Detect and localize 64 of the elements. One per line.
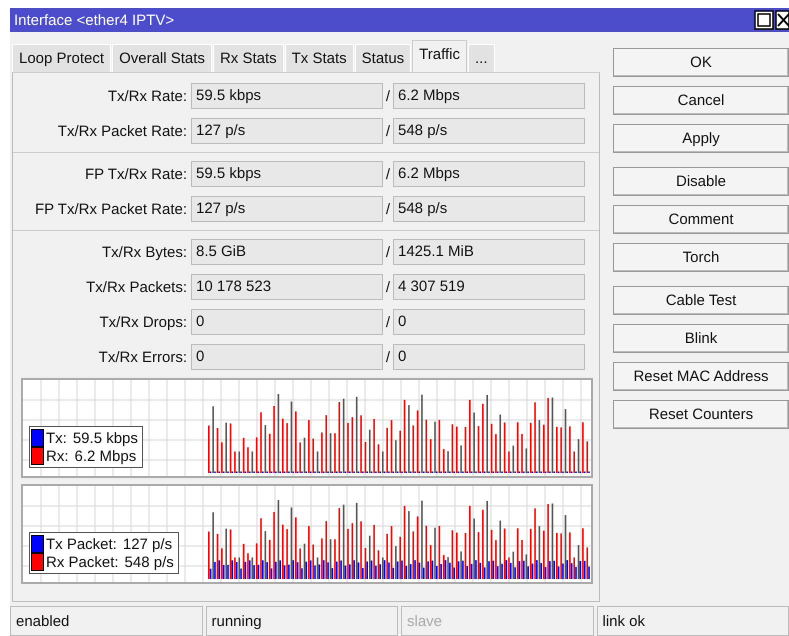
tab[interactable]: Rx Stats bbox=[212, 44, 284, 72]
action-button[interactable]: Reset Counters bbox=[613, 400, 789, 429]
status-cell: slave bbox=[401, 606, 594, 636]
tab[interactable]: Overall Stats bbox=[112, 44, 212, 72]
legend-value: 127 p/s bbox=[122, 536, 172, 552]
close-icon[interactable] bbox=[775, 10, 789, 30]
value-field: 548 p/s bbox=[393, 196, 585, 222]
tab[interactable]: Loop Protect bbox=[12, 44, 112, 72]
maximize-icon[interactable] bbox=[754, 10, 774, 30]
value-field: 1425.1 MiB bbox=[393, 239, 585, 265]
legend-value: 59.5 kbps bbox=[72, 430, 138, 446]
value-field: 127 p/s bbox=[191, 118, 383, 144]
legend-label: Rx: bbox=[46, 448, 68, 464]
value-field: 0 bbox=[191, 344, 383, 370]
value-field: 8.5 GiB bbox=[191, 239, 383, 265]
separator-slash: / bbox=[384, 166, 392, 182]
legend-value: 6.2 Mbps bbox=[74, 448, 136, 464]
action-button[interactable]: OK bbox=[613, 48, 789, 77]
action-button[interactable]: Torch bbox=[613, 243, 789, 272]
separator-slash: / bbox=[384, 314, 392, 330]
action-button[interactable]: Cable Test bbox=[613, 286, 789, 315]
action-button[interactable]: Apply bbox=[613, 124, 789, 153]
value-field: 6.2 Mbps bbox=[393, 161, 585, 187]
action-button[interactable]: Disable bbox=[613, 167, 789, 196]
field-label: Tx/Rx Packet Rate: bbox=[56, 122, 188, 140]
action-button[interactable]: Comment bbox=[613, 205, 789, 234]
value-field: 0 bbox=[393, 309, 585, 335]
tab[interactable]: ... bbox=[468, 44, 495, 72]
field-label: Tx/Rx Drops: bbox=[98, 314, 188, 330]
field-label: FP Tx/Rx Rate: bbox=[84, 166, 188, 182]
field-label: Tx/Rx Errors: bbox=[98, 348, 188, 366]
separator-slash: / bbox=[384, 278, 392, 296]
separator-slash: / bbox=[384, 200, 392, 218]
status-cell: running bbox=[206, 606, 398, 636]
tab[interactable]: Traffic bbox=[412, 40, 468, 72]
action-button[interactable]: Reset MAC Address bbox=[613, 362, 789, 391]
status-cell: enabled bbox=[10, 606, 202, 636]
field-label: FP Tx/Rx Packet Rate: bbox=[34, 200, 188, 218]
tab[interactable]: Tx Stats bbox=[284, 44, 354, 72]
legend-label: Tx Packet: bbox=[46, 536, 117, 552]
value-field: 59.5 kbps bbox=[191, 83, 383, 109]
legend-label: Tx: bbox=[46, 430, 67, 446]
value-field: 10 178 523 bbox=[191, 274, 383, 300]
separator-slash: / bbox=[384, 244, 392, 260]
value-field: 6.2 Mbps bbox=[393, 83, 585, 109]
value-field: 0 bbox=[393, 344, 585, 370]
value-field: 127 p/s bbox=[191, 196, 383, 222]
field-label: Tx/Rx Bytes: bbox=[100, 244, 188, 260]
legend-value: 548 p/s bbox=[124, 554, 174, 570]
value-field: 0 bbox=[191, 309, 383, 335]
value-field: 548 p/s bbox=[393, 118, 585, 144]
legend-label: Rx Packet: bbox=[46, 554, 119, 570]
window-title: Interface <ether4 IPTV> bbox=[14, 12, 174, 28]
action-button[interactable]: Cancel bbox=[613, 86, 789, 115]
tab[interactable]: Status bbox=[354, 44, 412, 72]
separator-slash: / bbox=[384, 88, 392, 104]
value-field: 4 307 519 bbox=[393, 274, 585, 300]
separator-slash: / bbox=[384, 348, 392, 366]
status-cell: link ok bbox=[596, 606, 789, 636]
value-field: 59.5 kbps bbox=[191, 161, 383, 187]
separator-slash: / bbox=[384, 122, 392, 140]
field-label: Tx/Rx Rate: bbox=[106, 88, 188, 104]
field-label: Tx/Rx Packets: bbox=[85, 278, 188, 296]
action-button[interactable]: Blink bbox=[613, 324, 789, 353]
